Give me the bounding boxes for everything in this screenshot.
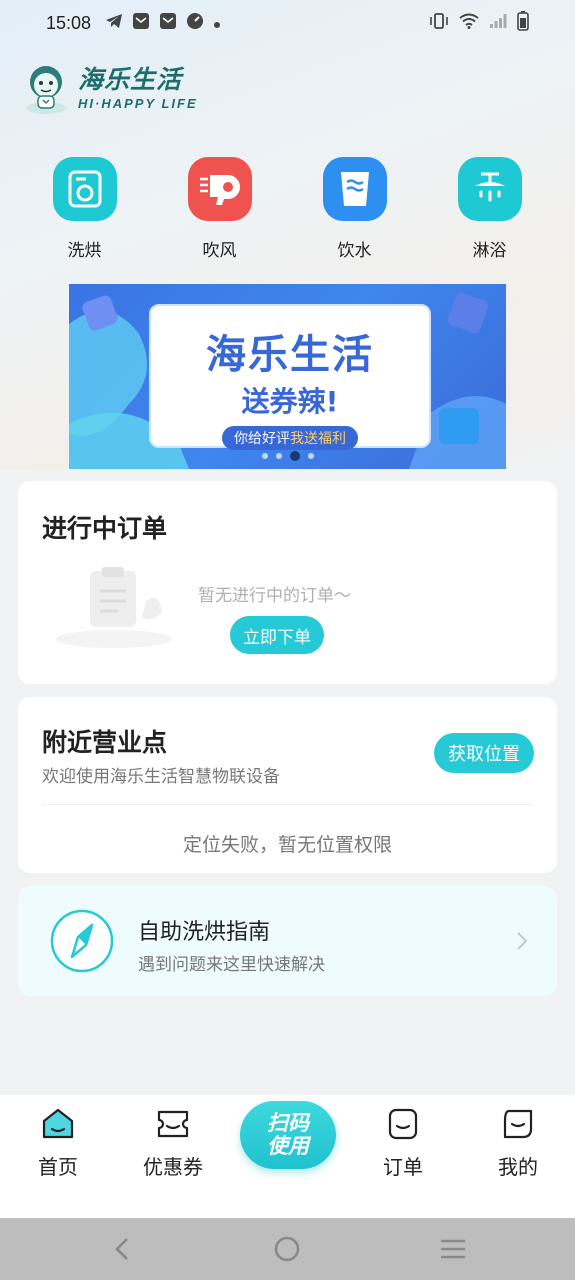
quick-actions: 洗烘 吹风 饮水 淋浴 <box>0 157 575 261</box>
get-location-button[interactable]: 获取位置 <box>434 733 534 773</box>
banner-card: 海乐生活 送券辣! 你给好评我送福利 <box>149 304 431 450</box>
quick-label: 洗烘 <box>67 241 102 261</box>
battery-icon <box>517 11 529 35</box>
ongoing-orders-card: 进行中订单 暂无进行中的订单～ 立即下单 <box>18 481 557 684</box>
quick-item-water[interactable]: 饮水 <box>287 157 422 261</box>
scan-label: 扫码使用 <box>267 1111 309 1158</box>
quick-item-wash-dry[interactable]: 洗烘 <box>17 157 152 261</box>
wifi-icon <box>459 13 479 33</box>
system-navigation-bar <box>0 1218 575 1280</box>
guide-subtitle: 遇到问题来这里快速解决 <box>138 955 325 975</box>
guide-title: 自助洗烘指南 <box>138 920 271 945</box>
nav-orders[interactable]: 订单 <box>353 1107 453 1180</box>
banner-dot-active[interactable] <box>289 451 300 461</box>
quick-item-hair-dryer[interactable]: 吹风 <box>152 157 287 261</box>
orders-title: 进行中订单 <box>42 514 168 543</box>
back-icon[interactable] <box>112 1236 132 1262</box>
compass-icon <box>50 909 114 973</box>
dot-icon <box>213 14 221 33</box>
status-bar: 15:08 <box>0 0 575 46</box>
mascot-icon <box>26 66 66 114</box>
shower-icon <box>457 157 522 221</box>
scan-to-use-button[interactable]: 扫码使用 <box>240 1101 336 1169</box>
nav-label: 订单 <box>383 1155 423 1179</box>
nav-coupons[interactable]: 优惠券 <box>123 1107 223 1180</box>
chevron-right-icon <box>517 932 528 950</box>
quick-label: 淋浴 <box>472 241 507 261</box>
nav-label: 我的 <box>498 1155 538 1179</box>
banner-dot[interactable] <box>307 453 314 459</box>
profile-icon <box>503 1109 533 1139</box>
washer-icon <box>52 157 117 221</box>
divider <box>42 804 533 805</box>
banner-subtitle: 送券辣! <box>241 385 339 418</box>
water-cup-icon <box>322 157 387 221</box>
self-service-guide-card[interactable]: 自助洗烘指南 遇到问题来这里快速解决 <box>18 886 557 996</box>
banner-dot[interactable] <box>275 453 282 459</box>
bottom-navigation: 首页 优惠券 扫码使用 订单 我的 <box>0 1095 575 1218</box>
quick-label: 吹风 <box>202 241 237 261</box>
location-status: 定位失败，暂无位置权限 <box>182 834 392 856</box>
banner-title: 海乐生活 <box>206 332 374 378</box>
banner-pill: 你给好评我送福利 <box>222 426 358 450</box>
logo-name-cn: 海乐生活 <box>78 64 183 94</box>
telegram-icon <box>105 13 123 33</box>
hair-dryer-icon <box>187 157 252 221</box>
nav-mine[interactable]: 我的 <box>468 1107 568 1180</box>
coupon-icon <box>157 1110 189 1138</box>
order-icon <box>388 1108 418 1140</box>
menu-icon[interactable] <box>439 1238 467 1260</box>
empty-clipboard-icon <box>56 567 172 648</box>
banner-pill-highlight: 我送福利 <box>290 431 346 447</box>
status-time: 15:08 <box>46 12 92 33</box>
nearby-subtitle: 欢迎使用海乐生活智慧物联设备 <box>42 767 280 787</box>
app-logo: 海乐生活 HI·HAPPY LIFE <box>24 60 198 116</box>
gauge-icon <box>186 12 204 34</box>
mail-icon <box>159 12 177 34</box>
logo-name-en: HI·HAPPY LIFE <box>78 95 198 111</box>
nav-home[interactable]: 首页 <box>8 1107 108 1180</box>
vibrate-icon <box>429 12 449 34</box>
banner-pill-prefix: 你给好评 <box>234 431 290 447</box>
quick-item-shower[interactable]: 淋浴 <box>422 157 557 261</box>
banner-dot[interactable] <box>261 453 268 459</box>
quick-label: 饮水 <box>337 241 372 261</box>
nav-label: 首页 <box>38 1155 78 1179</box>
nearby-locations-card: 附近营业点 欢迎使用海乐生活智慧物联设备 获取位置 定位失败，暂无位置权限 <box>18 697 557 873</box>
banner-pagination <box>69 451 506 461</box>
home-icon <box>42 1108 74 1139</box>
signal-icon <box>489 13 507 33</box>
order-now-button[interactable]: 立即下单 <box>230 616 324 654</box>
orders-empty-text: 暂无进行中的订单～ <box>198 586 351 606</box>
nearby-title: 附近营业点 <box>42 728 168 757</box>
nav-label: 优惠券 <box>143 1155 203 1179</box>
mail-icon <box>132 12 150 34</box>
home-circle-icon[interactable] <box>274 1236 300 1262</box>
promo-banner[interactable]: 海乐生活 送券辣! 你给好评我送福利 <box>69 284 506 469</box>
